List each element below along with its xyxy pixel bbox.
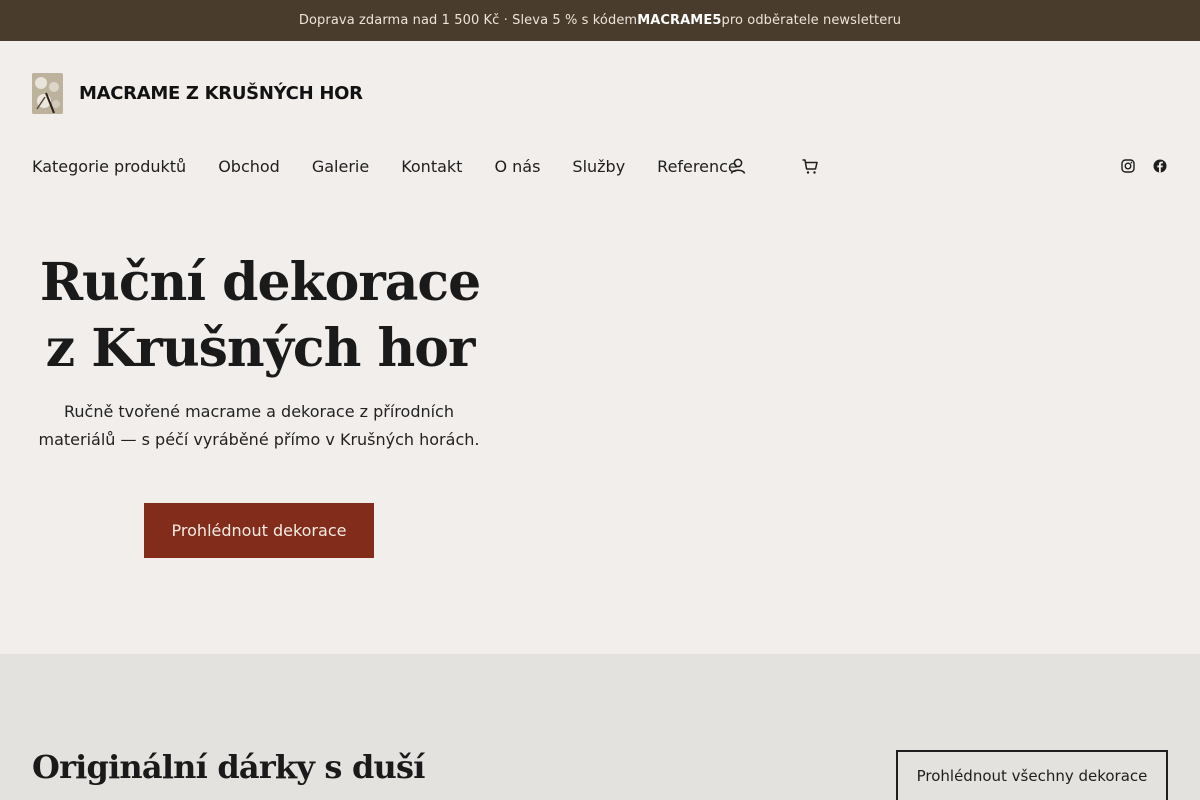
hero-title: Ruční dekorace z Krušných hor bbox=[39, 252, 481, 379]
browse-all-decorations-button[interactable]: Prohlédnout všechny dekorace bbox=[896, 750, 1168, 800]
nav-item-categories[interactable]: Kategorie produktů bbox=[32, 157, 186, 176]
hero-description: Ručně tvořené macrame a dekorace z příro… bbox=[38, 402, 480, 449]
instagram-icon[interactable] bbox=[1117, 155, 1139, 177]
nav-item-references[interactable]: Reference bbox=[657, 157, 738, 176]
nav-item-about[interactable]: O nás bbox=[494, 157, 540, 176]
browse-decorations-button[interactable]: Prohlédnout dekorace bbox=[144, 503, 374, 558]
announcement-text-after: pro odběratele newsletteru bbox=[721, 13, 902, 28]
user-icon[interactable] bbox=[727, 155, 749, 177]
discount-code: MACRAME5 bbox=[637, 13, 722, 28]
nav-item-gallery[interactable]: Galerie bbox=[312, 157, 369, 176]
site-title[interactable]: MACRAME Z KRUŠNÝCH HOR bbox=[79, 83, 363, 104]
section-title: Originální dárky s duší bbox=[32, 748, 425, 786]
main-navigation: Kategorie produktů Obchod Galerie Kontak… bbox=[32, 154, 770, 178]
nav-item-services[interactable]: Služby bbox=[572, 157, 625, 176]
macrame-logo-image[interactable] bbox=[32, 73, 63, 114]
nav-item-contact[interactable]: Kontakt bbox=[401, 157, 462, 176]
nav-item-shop[interactable]: Obchod bbox=[218, 157, 280, 176]
site-brand[interactable]: MACRAME Z KRUŠNÝCH HOR bbox=[32, 73, 363, 114]
announcement-text-before: Doprava zdarma nad 1 500 Kč · Sleva 5 % … bbox=[298, 13, 638, 28]
cart-icon[interactable] bbox=[799, 155, 821, 177]
facebook-icon[interactable] bbox=[1149, 155, 1171, 177]
announcement-bar: Doprava zdarma nad 1 500 Kč · Sleva 5 % … bbox=[0, 0, 1200, 41]
